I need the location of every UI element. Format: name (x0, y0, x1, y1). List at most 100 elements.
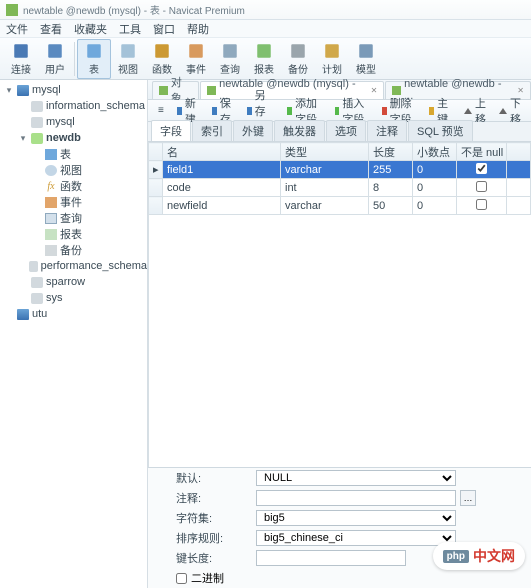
toolbar-query-icon[interactable]: 查询 (213, 39, 247, 79)
toolbar-model-icon[interactable]: 模型 (349, 39, 383, 79)
menu-工具[interactable]: 工具 (119, 21, 141, 37)
tree-node-sparrow[interactable]: sparrow (0, 274, 147, 290)
report-icon (255, 42, 273, 60)
subtab-SQL 预览[interactable]: SQL 预览 (408, 120, 473, 141)
prop-keylen-input[interactable] (256, 550, 406, 566)
bk-icon (45, 245, 57, 256)
view-icon (45, 165, 57, 176)
toolbar-view-icon[interactable]: 视图 (111, 39, 145, 79)
row-handle[interactable]: ▸ (149, 161, 163, 179)
col-name[interactable]: 名 (163, 143, 281, 161)
toolbar-label: 报表 (254, 61, 274, 76)
cell-name[interactable]: newfield (163, 197, 281, 215)
cell-notnull[interactable] (457, 161, 507, 179)
prop-default-select[interactable]: NULL (256, 470, 456, 486)
cell-notnull[interactable] (457, 197, 507, 215)
fields-grid[interactable]: 名 类型 长度 小数点 不是 null ▸ field1 varchar 255… (148, 142, 531, 467)
toolbar-backup-icon[interactable]: 备份 (281, 39, 315, 79)
query-icon (221, 42, 239, 60)
tree-label: 函数 (60, 178, 82, 194)
tree-node-表[interactable]: 表 (0, 146, 147, 162)
col-length[interactable]: 长度 (369, 143, 413, 161)
cell-decimals[interactable]: 0 (413, 179, 457, 197)
cell-type[interactable]: int (281, 179, 369, 197)
prop-comment-label: 注释: (176, 490, 256, 506)
cell-decimals[interactable]: 0 (413, 161, 457, 179)
prop-binary-checkbox[interactable] (176, 573, 187, 584)
tree-node-视图[interactable]: 视图 (0, 162, 147, 178)
col-type[interactable]: 类型 (281, 143, 369, 161)
tree-node-information_schema[interactable]: information_schema (0, 98, 147, 114)
tree-node-报表[interactable]: 报表 (0, 226, 147, 242)
table-row[interactable]: newfield varchar 50 0 (149, 197, 531, 215)
toolbar-table-icon[interactable]: 表 (77, 39, 111, 79)
menu-文件[interactable]: 文件 (6, 21, 28, 37)
tree-twisty[interactable]: ▾ (18, 133, 28, 144)
event-icon (187, 42, 205, 60)
eq-indicator: ≡ (152, 103, 170, 118)
notnull-checkbox[interactable] (476, 199, 487, 210)
tree-node-函数[interactable]: fx函数 (0, 178, 147, 194)
notnull-checkbox[interactable] (476, 163, 487, 174)
col-notnull[interactable]: 不是 null (457, 143, 507, 161)
blue-icon (247, 107, 252, 115)
tree-node-utu[interactable]: utu (0, 306, 147, 322)
toolbar-report-icon[interactable]: 报表 (247, 39, 281, 79)
cell-length[interactable]: 50 (369, 197, 413, 215)
prop-collation-select[interactable]: big5_chinese_ci (256, 530, 456, 546)
subtab-字段[interactable]: 字段 (151, 120, 191, 141)
tree-node-sys[interactable]: sys (0, 290, 147, 306)
tree-label: 事件 (60, 194, 82, 210)
toolbar-user-icon[interactable]: 用户 (38, 39, 72, 79)
subtab-注释[interactable]: 注释 (367, 120, 407, 141)
cell-type[interactable]: varchar (281, 197, 369, 215)
table-row[interactable]: code int 8 0 (149, 179, 531, 197)
tree-node-newdb[interactable]: ▾newdb (0, 130, 147, 146)
row-handle[interactable] (149, 197, 163, 215)
menu-查看[interactable]: 查看 (40, 21, 62, 37)
toolbar-fn-icon[interactable]: 函数 (145, 39, 179, 79)
prop-charset-select[interactable]: big5 (256, 510, 456, 526)
cell-name[interactable]: field1 (163, 161, 281, 179)
table-icon (85, 42, 103, 60)
toolbar-label: 查询 (220, 61, 240, 76)
connection-tree[interactable]: ▾mysqlinformation_schemamysql▾newdb表视图fx… (0, 80, 148, 588)
notnull-checkbox[interactable] (476, 181, 487, 192)
tree-node-mysql[interactable]: mysql (0, 114, 147, 130)
watermark-brand: php (443, 550, 469, 563)
subtab-外键[interactable]: 外键 (233, 120, 273, 141)
prop-default-label: 默认: (176, 470, 256, 486)
toolbar-plug-icon[interactable]: 连接 (4, 39, 38, 79)
window-title: newtable @newdb (mysql) - 表 - Navicat Pr… (23, 2, 245, 17)
subtab-触发器[interactable]: 触发器 (274, 120, 325, 141)
ev-icon (45, 197, 57, 208)
subtab-索引[interactable]: 索引 (192, 120, 232, 141)
menu-窗口[interactable]: 窗口 (153, 21, 175, 37)
col-decimals[interactable]: 小数点 (413, 143, 457, 161)
menu-收藏夹[interactable]: 收藏夹 (74, 21, 107, 37)
cell-type[interactable]: varchar (281, 161, 369, 179)
menu-帮助[interactable]: 帮助 (187, 21, 209, 37)
arrow-icon (499, 108, 507, 114)
prop-comment-input[interactable] (256, 490, 456, 506)
tree-node-查询[interactable]: 查询 (0, 210, 147, 226)
rp-icon (45, 229, 57, 240)
tree-node-备份[interactable]: 备份 (0, 242, 147, 258)
tree-node-mysql[interactable]: ▾mysql (0, 82, 147, 98)
cell-length[interactable]: 255 (369, 161, 413, 179)
cell-decimals[interactable]: 0 (413, 197, 457, 215)
tree-node-performance_schema[interactable]: performance_schema (0, 258, 147, 274)
cell-notnull[interactable] (457, 179, 507, 197)
cell-name[interactable]: code (163, 179, 281, 197)
toolbar-event-icon[interactable]: 事件 (179, 39, 213, 79)
tree-node-事件[interactable]: 事件 (0, 194, 147, 210)
grid-empty-space[interactable] (148, 215, 531, 467)
row-handle[interactable] (149, 179, 163, 197)
cell-length[interactable]: 8 (369, 179, 413, 197)
toolbar-label: 函数 (152, 61, 172, 76)
subtab-选项[interactable]: 选项 (326, 120, 366, 141)
tree-twisty[interactable]: ▾ (4, 85, 14, 96)
prop-comment-more-button[interactable]: … (460, 490, 476, 506)
toolbar-schedule-icon[interactable]: 计划 (315, 39, 349, 79)
table-row[interactable]: ▸ field1 varchar 255 0 (149, 161, 531, 179)
